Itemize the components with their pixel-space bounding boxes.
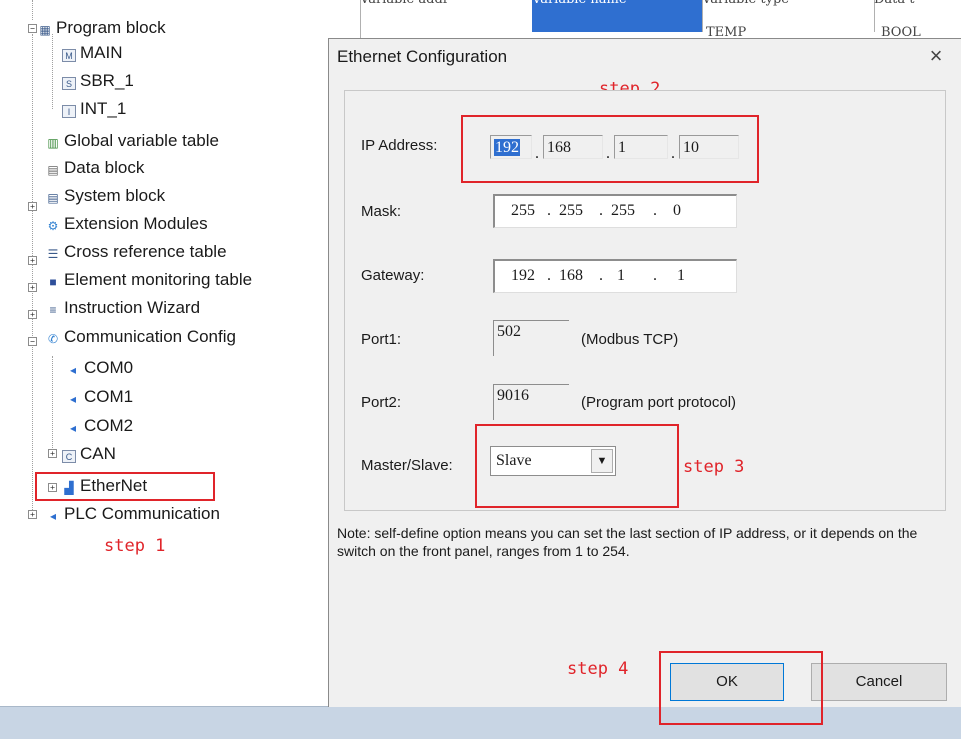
port-icon: ◂: [69, 421, 77, 435]
gateway-octet-3: 1: [617, 267, 625, 284]
mask-label: Mask:: [361, 203, 402, 220]
tree-item-int-1[interactable]: I INT_1: [62, 97, 126, 121]
ok-highlight-box: [659, 651, 823, 725]
cross-reference-icon: ☰: [47, 247, 59, 261]
gateway-label: Gateway:: [361, 267, 425, 284]
collapse-program-block-toggle[interactable]: −: [28, 24, 37, 33]
note-text: Note: self-define option means you can s…: [337, 525, 918, 559]
tree-item-com1[interactable]: ◂ COM1: [66, 385, 133, 409]
variable-grid: Variable addr Variable name Variable typ…: [326, 0, 961, 40]
gateway-octet-1: 192: [511, 267, 535, 284]
tree-item-com0[interactable]: ◂ COM0: [66, 356, 133, 380]
expand-system-block-toggle[interactable]: +: [28, 202, 37, 211]
port1-description: (Modbus TCP): [581, 331, 679, 348]
ethernet-highlight-box: [35, 472, 215, 501]
port2-field: 9016: [493, 384, 569, 420]
cancel-button[interactable]: Cancel: [811, 663, 947, 701]
communication-icon: ✆: [47, 332, 59, 346]
tree-item-extension-modules[interactable]: ⚙ Extension Modules: [46, 212, 208, 236]
settings-group: IP Address: 192 . 168 . 1 . 1 0 Mask: 255…: [344, 90, 946, 511]
tree-item-system-block[interactable]: ▤ System block: [46, 184, 165, 208]
tree-connector: [32, 34, 33, 514]
grid-header-cell: Variable name: [532, 0, 703, 32]
mask-octet-1: 255: [511, 202, 535, 219]
tree-connector: [52, 356, 53, 452]
ip-address-highlight-box: [461, 115, 759, 183]
mask-octet-4: 0: [673, 202, 681, 219]
monitor-icon: ■: [49, 275, 57, 289]
tree-connector: [52, 34, 53, 109]
tree-item-instruction-wizard[interactable]: ≡ Instruction Wizard: [46, 296, 200, 320]
tree-item-communication-config[interactable]: ✆ Communication Config: [46, 325, 236, 349]
expand-plc-communication-toggle[interactable]: +: [28, 510, 37, 519]
grid-edge: [340, 0, 361, 40]
ip-address-label: IP Address:: [361, 137, 438, 154]
port1-label: Port1:: [361, 331, 402, 348]
system-block-icon: ▤: [47, 191, 59, 205]
port2-description: (Program port protocol): [581, 394, 737, 411]
dialog-title: Ethernet Configuration: [337, 47, 508, 66]
data-block-icon: ▤: [47, 163, 59, 177]
grid-header-cell: Variable addr: [360, 0, 533, 32]
tree-connector: [32, 0, 33, 20]
port1-field: 502: [493, 320, 569, 356]
mask-input[interactable]: 255 . 255 . 255 . 0: [493, 194, 737, 228]
gateway-octet-4: 1: [677, 267, 685, 284]
gear-icon: ⚙: [47, 219, 59, 233]
interrupt-icon: I: [62, 105, 76, 118]
tree-item-can[interactable]: C CAN: [62, 442, 116, 466]
close-icon[interactable]: ×: [924, 45, 948, 69]
tree-item-element-monitoring-table[interactable]: ■ Element monitoring table: [46, 268, 252, 292]
main-routine-icon: M: [62, 49, 76, 62]
port-icon: ◂: [69, 392, 77, 406]
expand-instruction-wizard-toggle[interactable]: +: [28, 310, 37, 319]
master-slave-label: Master/Slave:: [361, 457, 453, 474]
port2-label: Port2:: [361, 394, 402, 411]
wizard-icon: ≡: [49, 303, 57, 317]
master-slave-highlight-box: [475, 424, 679, 508]
tree-item-main[interactable]: M MAIN: [62, 41, 123, 65]
step-4-label: step 4: [567, 659, 629, 679]
expand-element-monitoring-toggle[interactable]: +: [28, 283, 37, 292]
tree-item-global-variable-table[interactable]: ▥ Global variable table: [46, 129, 219, 153]
tree-item-cross-reference-table[interactable]: ☰ Cross reference table: [46, 240, 227, 264]
port-icon: ◂: [49, 509, 57, 523]
step-3-label: step 3: [683, 457, 745, 477]
tree-item-program-block[interactable]: ▦ Program block: [38, 16, 165, 40]
program-block-icon: ▦: [39, 23, 51, 37]
tree-item-sbr-1[interactable]: S SBR_1: [62, 69, 134, 93]
expand-cross-reference-toggle[interactable]: +: [28, 256, 37, 265]
tree-item-data-block[interactable]: ▤ Data block: [46, 156, 144, 180]
ethernet-configuration-dialog: Ethernet Configuration × step 2 IP Addre…: [328, 38, 961, 725]
project-tree: − + + + + − + + + ▦ Program block M MAIN S…: [0, 0, 326, 706]
can-icon: C: [62, 450, 76, 463]
gateway-octet-2: 168: [559, 267, 583, 284]
collapse-communication-config-toggle[interactable]: −: [28, 337, 37, 346]
subroutine-icon: S: [62, 77, 76, 90]
gateway-input[interactable]: 192 . 168 . 1 . 1: [493, 259, 737, 293]
mask-octet-3: 255: [611, 202, 635, 219]
table-icon: ▥: [47, 136, 59, 150]
expand-can-toggle[interactable]: +: [48, 449, 57, 458]
tree-item-com2[interactable]: ◂ COM2: [66, 414, 133, 438]
port-icon: ◂: [69, 363, 77, 377]
step-1-label: step 1: [104, 536, 166, 556]
mask-octet-2: 255: [559, 202, 583, 219]
tree-item-plc-communication[interactable]: ◂ PLC Communication: [46, 502, 220, 526]
